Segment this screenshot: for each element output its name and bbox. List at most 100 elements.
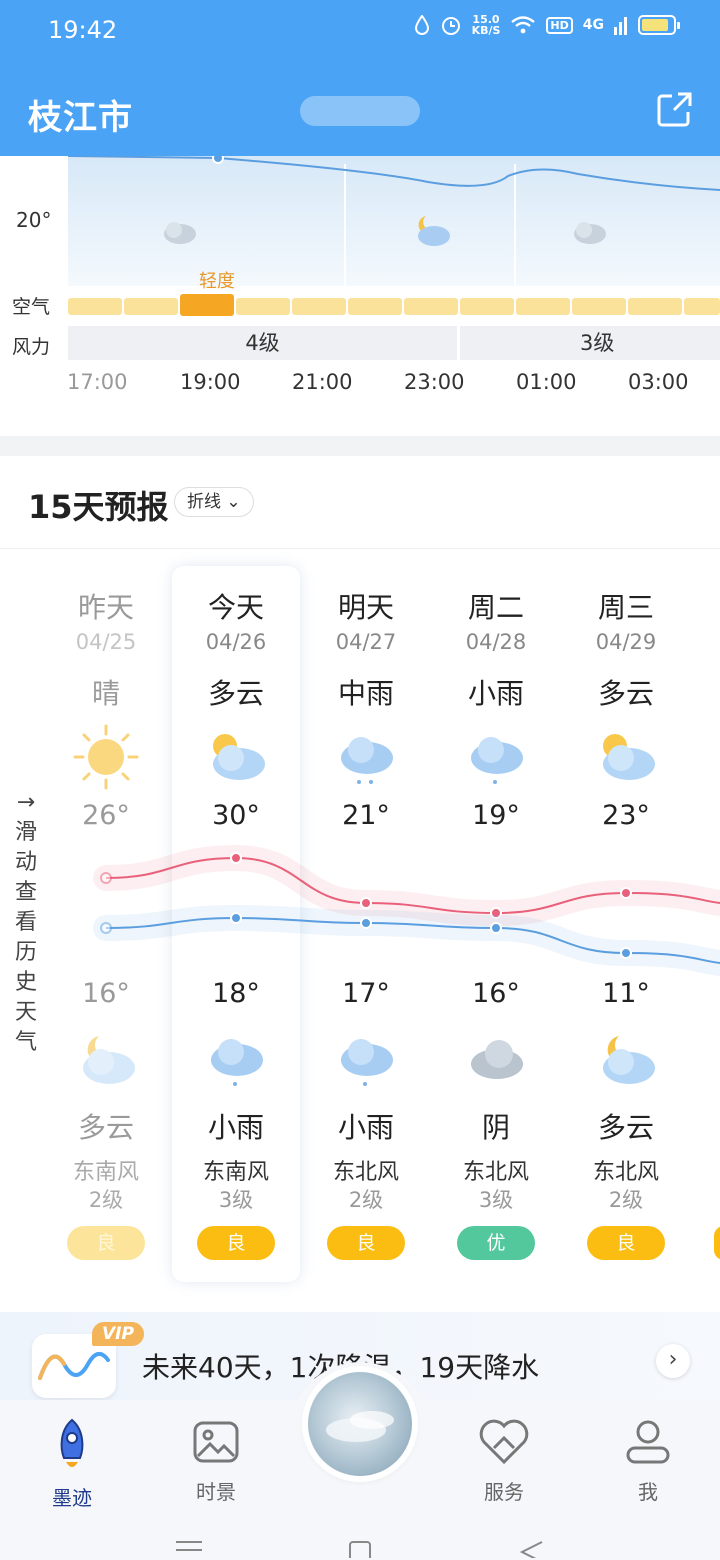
high-temp: 21° — [342, 800, 390, 831]
nav-item-moji[interactable]: 墨迹 — [22, 1418, 122, 1511]
overcast-icon — [471, 1040, 523, 1079]
sun-cloud-icon — [603, 734, 655, 780]
wind-level: 3级 — [478, 1188, 514, 1212]
night-weather: 多云 — [77, 1111, 134, 1144]
low-temp-point — [620, 947, 632, 959]
nav-label: 我 — [638, 1480, 658, 1504]
hour-label: 03:00 — [628, 370, 689, 394]
history-hint-char: 气 — [14, 1030, 37, 1055]
sun-icon — [73, 724, 139, 790]
low-temp-point — [360, 917, 372, 929]
bottom-nav: 墨迹 时景 服务 我 — [0, 1362, 720, 1560]
nav-label: 时景 — [196, 1480, 236, 1504]
air-quality-segment — [348, 298, 402, 315]
aqi-badge: 良 — [67, 1226, 145, 1260]
chevron-right-icon[interactable]: › — [656, 1344, 690, 1378]
wind-level: 2级 — [608, 1188, 644, 1212]
air-quality-segment — [236, 298, 290, 315]
share-icon[interactable] — [656, 90, 694, 128]
nav-item-scenery[interactable]: 时景 — [166, 1418, 266, 1505]
back-icon[interactable] — [518, 1538, 544, 1558]
moon-cloud-icon — [418, 216, 450, 246]
arrow-right-icon: → — [16, 790, 36, 815]
day-weather: 多云 — [597, 677, 654, 710]
day-weather: 小雨 — [467, 677, 524, 710]
hour-label: 01:00 — [516, 370, 577, 394]
nav-item-me[interactable]: 我 — [598, 1418, 698, 1505]
chevron-down-icon: ⌄ — [226, 492, 241, 512]
user-icon — [626, 1420, 670, 1464]
app-header: 19:42 15.0 KB/S HD 4G 枝江市 — [0, 0, 720, 156]
moon-cloud-icon — [603, 1036, 655, 1084]
hd-badge: HD — [546, 16, 573, 34]
wind-direction: 东北风 — [592, 1160, 659, 1185]
air-quality-active-text: 轻度 — [199, 271, 235, 292]
night-weather: 多云 — [597, 1111, 654, 1144]
air-quality-segment — [460, 298, 514, 315]
menu-icon[interactable] — [176, 1538, 202, 1558]
heart-service-icon — [479, 1419, 529, 1465]
air-quality-segment — [628, 298, 682, 315]
rocket-icon — [60, 1418, 84, 1467]
rain-cloud-icon — [211, 1039, 263, 1086]
wind-label: 风力 — [12, 336, 51, 358]
hourly-temp-label: 20° — [16, 208, 52, 232]
aqi-badge: 良 — [197, 1226, 275, 1260]
image-icon — [193, 1421, 239, 1463]
hourly-forecast[interactable]: 20° 空气 轻度 风力 4级 3级 17:00 19:00 21:00 23:… — [0, 156, 720, 436]
high-temp: 26° — [82, 800, 130, 831]
wind-direction: 东北风 — [332, 1160, 399, 1185]
nav-item-services[interactable]: 服务 — [454, 1418, 554, 1505]
section-divider — [0, 436, 720, 456]
day-column-tuesday[interactable]: 周二 04/28 小雨 19° 16° 阴 东北风 3级 优 — [431, 586, 561, 1260]
wind-level: 2级 — [88, 1188, 124, 1212]
chart-mode-label: 折线 — [187, 492, 221, 512]
home-icon[interactable] — [348, 1538, 372, 1558]
water-drop-icon — [414, 15, 429, 35]
night-weather: 小雨 — [337, 1111, 394, 1144]
day-name: 昨天 — [77, 591, 134, 624]
day-name: 明天 — [337, 591, 394, 624]
day-column-tomorrow[interactable]: 明天 04/27 中雨 21° 17° 小雨 东北风 2级 良 — [301, 586, 431, 1260]
history-hint-char: 天 — [14, 1000, 37, 1025]
air-quality-segment — [572, 298, 626, 315]
day-date: 04/29 — [595, 630, 657, 654]
hour-label: 21:00 — [292, 370, 353, 394]
rain-cloud-icon — [341, 1039, 393, 1086]
status-icons: 15.0 KB/S HD 4G — [414, 14, 680, 36]
day-name: 今天 — [207, 591, 264, 624]
cloud-icon — [574, 222, 606, 244]
day-date: 04/27 — [335, 630, 397, 654]
day-column-today[interactable]: 今天 04/26 多云 30° 18° 小雨 东南风 3级 良 — [171, 586, 301, 1260]
chart-mode-dropdown[interactable]: 折线 ⌄ — [174, 487, 254, 517]
aqi-badge-partial — [714, 1226, 720, 1260]
low-temp-point — [490, 922, 502, 934]
low-temp-point — [100, 922, 112, 934]
night-weather: 小雨 — [207, 1111, 264, 1144]
hour-label: 19:00 — [180, 370, 241, 394]
day-name: 周三 — [597, 591, 654, 624]
hourly-temp-line — [68, 156, 720, 191]
air-quality-label: 空气 — [12, 296, 51, 318]
high-temp-point — [360, 897, 372, 909]
day-date: 04/28 — [465, 630, 527, 654]
battery-icon — [638, 15, 680, 35]
night-weather: 阴 — [481, 1111, 510, 1144]
sun-cloud-icon — [213, 734, 265, 780]
high-temp-point — [620, 887, 632, 899]
status-time: 19:42 — [48, 16, 118, 44]
aqi-badge: 良 — [327, 1226, 405, 1260]
vip-badge: VIP — [92, 1322, 144, 1346]
high-temp: 23° — [602, 800, 650, 831]
day-column-wednesday[interactable]: 周三 04/29 多云 23° 11° 多云 东北风 2级 良 — [561, 586, 691, 1260]
weather-scene-button[interactable] — [308, 1372, 412, 1476]
signal-bars-icon — [614, 17, 627, 35]
wind-direction: 东北风 — [462, 1160, 529, 1185]
wind-segment: 4级 — [68, 326, 457, 360]
day-column-yesterday[interactable]: 昨天 04/25 晴 26° 16° 多云 东南风 2级 良 — [41, 586, 171, 1260]
air-quality-segment — [124, 298, 178, 315]
status-bar: 19:42 15.0 KB/S HD 4G — [0, 0, 720, 64]
air-quality-segment-active — [180, 294, 234, 316]
city-name[interactable]: 枝江市 — [28, 90, 133, 139]
high-temp-point — [100, 872, 112, 884]
